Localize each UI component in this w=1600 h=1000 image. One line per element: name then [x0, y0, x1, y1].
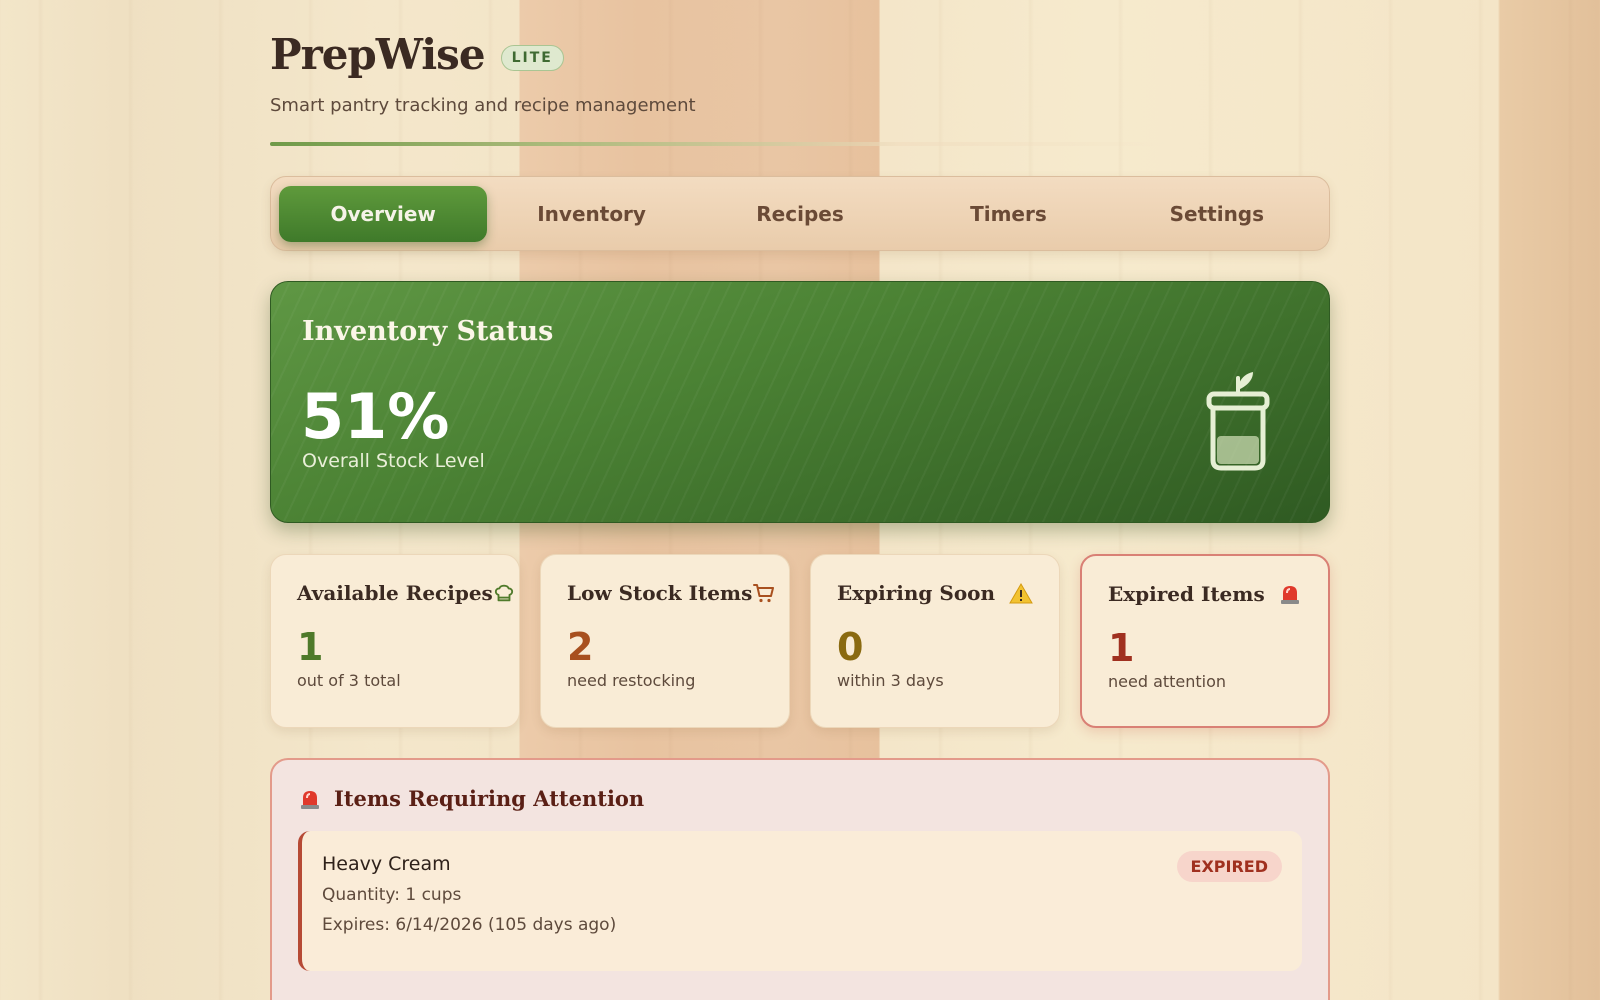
title-row: PrepWise LITE	[270, 30, 1330, 79]
stat-value: 2	[567, 625, 594, 669]
attention-title: Items Requiring Attention	[334, 786, 645, 811]
stat-value: 1	[1108, 626, 1135, 670]
cart-icon	[752, 581, 776, 605]
siren-icon	[298, 787, 322, 811]
stat-title: Available Recipes	[297, 581, 493, 605]
item-quantity: Quantity: 1 cups	[322, 885, 1282, 905]
stat-head: Expired Items	[1108, 582, 1302, 606]
stat-title: Expired Items	[1108, 582, 1265, 606]
stock-level-label: Overall Stock Level	[302, 450, 485, 472]
item-expires: Expires: 6/14/2026 (105 days ago)	[322, 915, 1282, 935]
warning-icon	[1009, 581, 1033, 605]
stat-card-expiring-soon[interactable]: Expiring Soon 0 within 3 days	[810, 554, 1060, 728]
stat-head: Expiring Soon	[837, 581, 1033, 605]
stat-sub: need attention	[1108, 672, 1227, 691]
lite-badge: LITE	[500, 44, 564, 71]
stat-value: 0	[837, 625, 864, 669]
app-subtitle: Smart pantry tracking and recipe managem…	[270, 95, 696, 116]
tab-timers[interactable]: Timers	[904, 186, 1112, 242]
main-tabs: Overview Inventory Recipes Timers Settin…	[270, 176, 1330, 251]
stock-level-value: 51%	[301, 380, 450, 453]
stat-sub: out of 3 total	[297, 671, 401, 690]
jar-icon	[1206, 372, 1270, 471]
inventory-status-card: Inventory Status 51% Overall Stock Level	[270, 281, 1330, 523]
chef-hat-icon	[493, 581, 515, 605]
stat-title: Low Stock Items	[567, 581, 753, 605]
inventory-status-title: Inventory Status	[302, 316, 554, 347]
expires-label: Expires:	[322, 915, 390, 935]
quantity-value: 1 cups	[405, 885, 462, 905]
tab-overview[interactable]: Overview	[279, 185, 488, 242]
attention-header: Items Requiring Attention	[298, 786, 1302, 811]
stat-sub: within 3 days	[837, 671, 944, 690]
header-divider	[270, 142, 1170, 146]
stat-head: Available Recipes	[297, 581, 513, 605]
app-container: PrepWise LITE Smart pantry tracking and …	[270, 0, 1330, 1000]
stat-title: Expiring Soon	[837, 581, 996, 605]
expires-value: 6/14/2026 (105 days ago)	[395, 915, 617, 935]
stats-row: Available Recipes 1 out of 3 total Low S…	[270, 554, 1330, 728]
stat-card-available-recipes[interactable]: Available Recipes 1 out of 3 total	[270, 554, 520, 728]
app-header: PrepWise LITE Smart pantry tracking and …	[270, 0, 1330, 146]
tab-inventory[interactable]: Inventory	[487, 186, 695, 242]
app-title: PrepWise	[270, 30, 486, 79]
tab-recipes[interactable]: Recipes	[696, 186, 904, 242]
tab-settings[interactable]: Settings	[1113, 186, 1321, 242]
attention-item[interactable]: Heavy Cream EXPIRED Quantity: 1 cups Exp…	[298, 831, 1302, 971]
stat-card-expired-items[interactable]: Expired Items 1 need attention	[1080, 554, 1330, 728]
item-name: Heavy Cream	[322, 853, 451, 875]
expired-badge: EXPIRED	[1176, 851, 1282, 882]
siren-icon	[1278, 582, 1302, 606]
stat-sub: need restocking	[567, 671, 696, 690]
attention-panel: Items Requiring Attention Heavy Cream EX…	[270, 758, 1330, 1000]
quantity-label: Quantity:	[322, 885, 400, 905]
stat-value: 1	[297, 625, 324, 669]
stat-card-low-stock[interactable]: Low Stock Items 2 need restocking	[540, 554, 790, 728]
stat-head: Low Stock Items	[567, 581, 775, 605]
